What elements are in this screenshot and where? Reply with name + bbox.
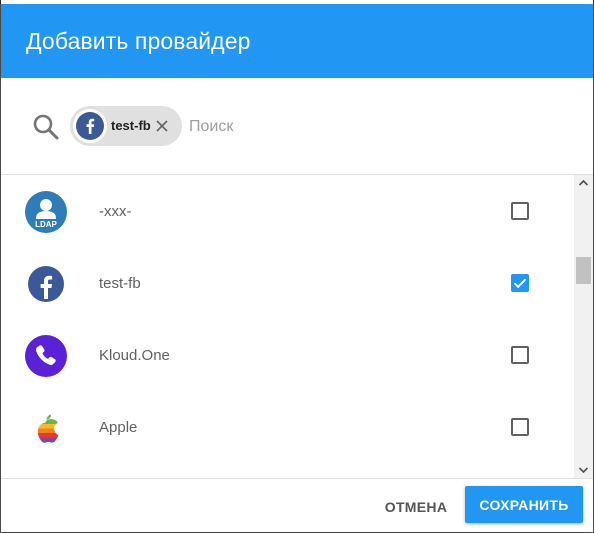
chip-label: test-fb [111,118,151,133]
phone-icon [25,335,67,377]
provider-name: test-fb [99,275,141,292]
list-item[interactable]: LDAP -xxx- [1,175,574,247]
add-provider-dialog: Добавить провайдер test-fb Поиск LDAP -x… [1,0,593,532]
provider-checkbox[interactable] [511,346,529,364]
close-icon[interactable] [154,118,170,134]
provider-checkbox[interactable] [511,274,529,292]
chevron-up-icon[interactable] [578,178,589,187]
dialog-header: Добавить провайдер [1,4,593,78]
scrollbar[interactable] [574,175,593,478]
provider-checkbox[interactable] [511,418,529,436]
cancel-button[interactable]: ОТМЕНА [377,489,455,525]
chip-avatar [73,109,107,143]
list-item[interactable]: Apple [1,391,574,463]
list-item[interactable]: Kloud.One [1,319,574,391]
selected-chip[interactable]: test-fb [70,106,182,146]
dialog-footer: ОТМЕНА СОХРАНИТЬ [1,479,593,532]
checkmark-icon [513,278,527,289]
ldap-icon: LDAP [25,191,67,233]
facebook-icon [76,112,104,140]
list-item[interactable]: test-fb [1,247,574,319]
facebook-icon [28,266,64,302]
provider-list: LDAP -xxx- test-fb Kloud.One Apple [1,175,574,478]
search-row: test-fb [1,78,593,174]
save-button[interactable]: СОХРАНИТЬ [465,486,583,523]
provider-checkbox[interactable] [511,202,529,220]
ldap-icon-text: LDAP [35,220,57,229]
scrollbar-thumb[interactable] [576,257,591,284]
chevron-down-icon[interactable] [578,466,589,475]
search-input[interactable] [187,114,571,140]
provider-name: -xxx- [99,203,132,220]
provider-name: Kloud.One [99,347,170,364]
search-icon [33,114,59,140]
provider-name: Apple [99,419,138,436]
apple-icon [37,414,59,443]
dialog-title: Добавить провайдер [26,28,251,54]
